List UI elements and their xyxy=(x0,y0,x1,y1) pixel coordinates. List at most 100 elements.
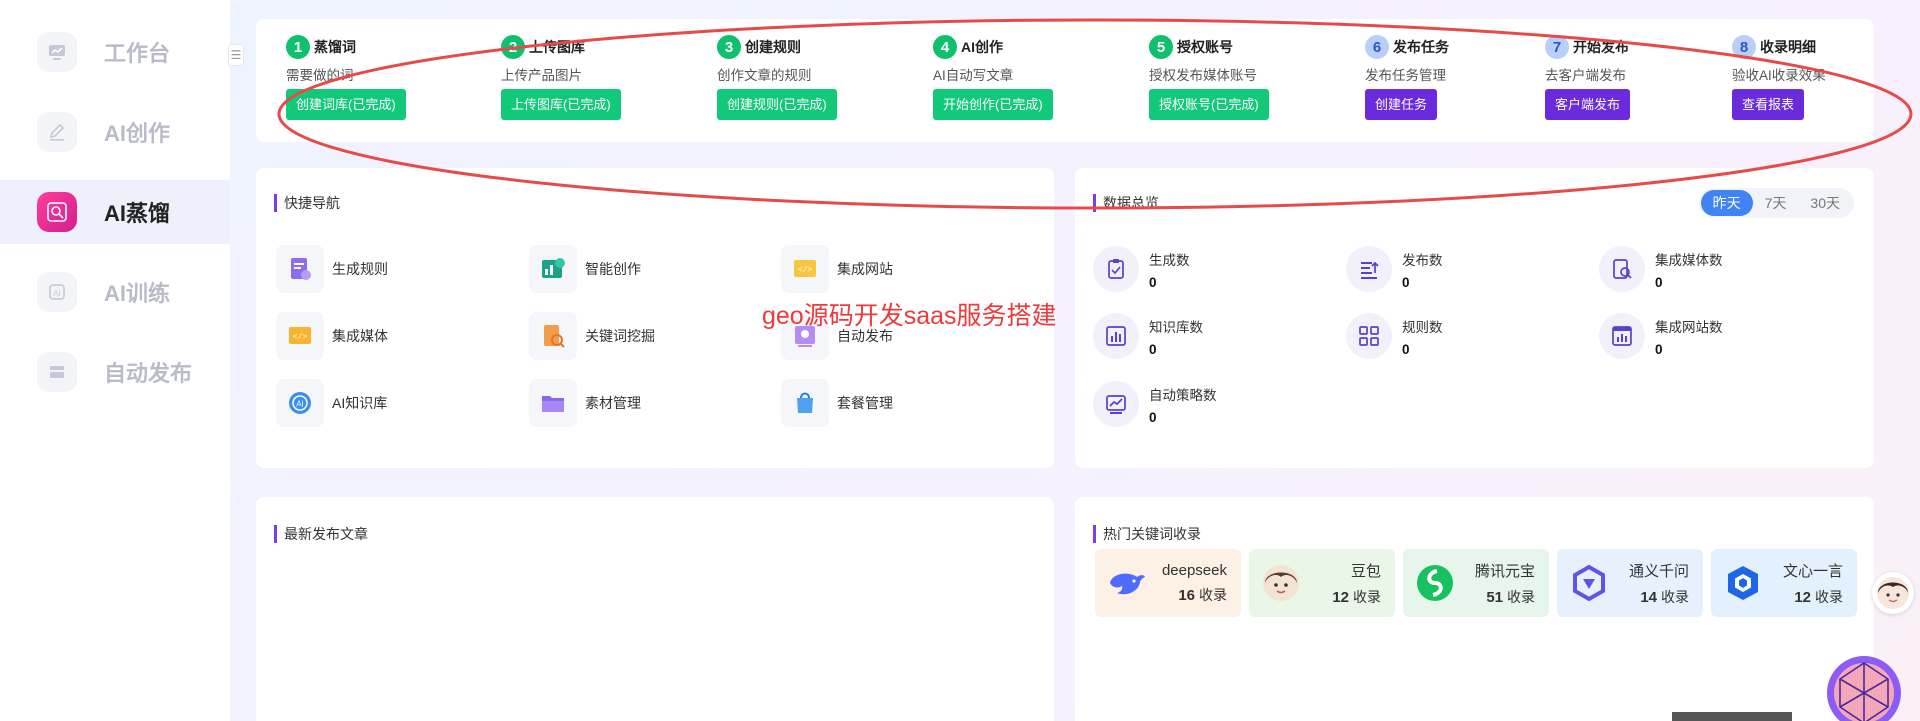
stat-websites: 集成网站数 0 xyxy=(1599,310,1839,362)
step-2: 2 上传图库 上传产品图片 上传图库(已完成) xyxy=(501,35,701,120)
hot-suffix: 收录 xyxy=(1199,586,1227,603)
sidebar-item-auto-publish[interactable]: 自动发布 xyxy=(0,340,230,404)
step-desc: 验收AI收录效果 xyxy=(1732,68,1826,83)
hot-count: 51 xyxy=(1486,588,1503,606)
float-globe-button[interactable] xyxy=(1826,655,1902,721)
sidebar-item-label: 自动发布 xyxy=(104,361,193,386)
stat-label: 集成媒体数 xyxy=(1655,252,1723,268)
create-wordlib-button[interactable]: 创建词库(已完成) xyxy=(286,89,406,120)
step-1: 1 蒸馏词 需要做的词 创建词库(已完成) xyxy=(286,35,486,120)
stat-label: 发布数 xyxy=(1402,252,1443,268)
stat-value: 0 xyxy=(1655,274,1663,290)
step-title: 授权账号 xyxy=(1177,39,1233,55)
tab-30-days[interactable]: 30天 xyxy=(1798,190,1852,216)
hot-card-wenxin[interactable]: 文心一言 12 收录 xyxy=(1711,549,1857,617)
smart-create-icon xyxy=(529,245,577,293)
quick-nav-ai-knowledge[interactable]: AI AI知识库 xyxy=(276,378,496,428)
start-create-button[interactable]: 开始创作(已完成) xyxy=(933,89,1053,120)
assistant-avatar-icon xyxy=(1877,577,1909,609)
quick-nav-generate-rule[interactable]: 生成规则 xyxy=(276,244,496,294)
step-5: 5 授权账号 授权发布媒体账号 授权账号(已完成) xyxy=(1149,35,1349,120)
step-desc: 创作文章的规则 xyxy=(717,68,812,83)
hot-name: 腾讯元宝 xyxy=(1474,562,1535,580)
hot-card-qianwen[interactable]: 通义千问 14 收录 xyxy=(1557,549,1703,617)
assistant-avatar-button[interactable] xyxy=(1872,572,1914,614)
hot-card-doubao[interactable]: 豆包 12 收录 xyxy=(1249,549,1395,617)
bar-chart-icon xyxy=(1093,313,1139,359)
quick-nav-title: 快捷导航 xyxy=(274,194,340,212)
hot-suffix: 收录 xyxy=(1353,588,1381,605)
step-number: 2 xyxy=(501,35,525,59)
quick-nav-smart-create[interactable]: 智能创作 xyxy=(529,244,749,294)
menu-icon: ☰ xyxy=(230,48,242,62)
hot-suffix: 收录 xyxy=(1661,588,1689,605)
hot-card-yuanbao[interactable]: 腾讯元宝 51 收录 xyxy=(1403,549,1549,617)
overview-title: 数据总览 xyxy=(1093,194,1159,212)
globe-icon xyxy=(1827,656,1901,721)
step-title: 发布任务 xyxy=(1393,39,1449,55)
bottom-tooltip-bar xyxy=(1672,712,1792,721)
trend-icon xyxy=(1093,381,1139,427)
stat-label: 自动策略数 xyxy=(1149,387,1217,403)
upload-gallery-button[interactable]: 上传图库(已完成) xyxy=(501,89,621,120)
step-7: 7 开始发布 去客户端发布 客户端发布 xyxy=(1545,35,1745,120)
create-task-button[interactable]: 创建任务 xyxy=(1365,89,1438,120)
sidebar-collapse-button[interactable]: ☰ xyxy=(228,44,244,66)
hot-count: 12 xyxy=(1332,588,1349,606)
workflow-steps: 1 蒸馏词 需要做的词 创建词库(已完成) 2 上传图库 上传产品图片 上传图库(已… xyxy=(256,19,1874,142)
create-rule-button[interactable]: 创建规则(已完成) xyxy=(717,89,837,120)
step-8: 8 收录明细 验收AI收录效果 查看报表 xyxy=(1732,35,1920,120)
rule-doc-icon xyxy=(276,245,324,293)
step-desc: 发布任务管理 xyxy=(1365,68,1446,83)
step-desc: 需要做的词 xyxy=(286,68,354,83)
dashboard-icon xyxy=(37,32,77,72)
step-title: AI创作 xyxy=(961,39,1003,55)
hot-keywords-panel: 热门关键词收录 deepseek 16 收录 豆包 12 收录 腾讯元宝 51 收录 通义千… xyxy=(1075,497,1874,721)
hot-suffix: 收录 xyxy=(1815,588,1843,605)
view-report-button[interactable]: 查看报表 xyxy=(1732,89,1805,120)
quick-nav-integrate-website[interactable]: </> 集成网站 xyxy=(781,244,1001,294)
stat-media: 集成媒体数 0 xyxy=(1599,243,1839,295)
sidebar-item-workbench[interactable]: 工作台 xyxy=(0,20,230,84)
stat-knowledge: 知识库数 0 xyxy=(1093,310,1333,362)
quick-nav-integrate-media[interactable]: </> 集成媒体 xyxy=(276,311,496,361)
svg-text:</>: </> xyxy=(798,266,813,275)
svg-text:</>: </> xyxy=(293,333,308,342)
hot-card-deepseek[interactable]: deepseek 16 收录 xyxy=(1095,549,1241,617)
watermark-text: geo源码开发saas服务搭建 xyxy=(762,302,1057,330)
sidebar-item-ai-train[interactable]: AI AI训练 xyxy=(0,260,230,324)
stat-label: 集成网站数 xyxy=(1655,319,1723,335)
sidebar-item-ai-distill[interactable]: AI蒸馏 xyxy=(0,180,230,244)
authorize-account-button[interactable]: 授权账号(已完成) xyxy=(1149,89,1269,120)
sidebar-item-label: AI蒸馏 xyxy=(104,201,171,226)
quick-nav-keyword-mining[interactable]: 关键词挖掘 xyxy=(529,311,749,361)
step-desc: AI自动写文章 xyxy=(933,68,1014,83)
stat-rules: 规则数 0 xyxy=(1346,310,1586,362)
tab-7-days[interactable]: 7天 xyxy=(1753,190,1799,216)
stat-value: 0 xyxy=(1655,341,1663,357)
client-publish-button[interactable]: 客户端发布 xyxy=(1545,89,1631,120)
step-6: 6 发布任务 发布任务管理 创建任务 xyxy=(1365,35,1565,120)
package-bag-icon xyxy=(781,379,829,427)
step-number: 1 xyxy=(286,35,310,59)
quick-nav-material[interactable]: 素材管理 xyxy=(529,378,749,428)
sidebar-item-ai-create[interactable]: AI创作 xyxy=(0,100,230,164)
svg-text:AI: AI xyxy=(53,289,61,298)
step-title: 上传图库 xyxy=(529,39,585,55)
quick-nav-label: 集成网站 xyxy=(837,261,893,277)
folder-icon xyxy=(529,379,577,427)
range-tabs: 昨天 7天 30天 xyxy=(1698,188,1854,218)
sidebar-item-label: 工作台 xyxy=(104,41,171,66)
qianwen-icon xyxy=(1567,561,1611,605)
data-overview-panel: 数据总览 昨天 7天 30天 生成数 0 发布数 0 集成媒体数 0 知识库数 0 规则… xyxy=(1075,168,1874,468)
stat-strategies: 自动策略数 0 xyxy=(1093,378,1333,430)
step-number: 6 xyxy=(1365,35,1389,59)
step-title: 开始发布 xyxy=(1573,39,1629,55)
sidebar-item-label: AI创作 xyxy=(104,121,171,146)
quick-nav-package[interactable]: 套餐管理 xyxy=(781,378,1001,428)
stat-published: 发布数 0 xyxy=(1346,243,1586,295)
tab-yesterday[interactable]: 昨天 xyxy=(1700,190,1753,216)
hot-name: 通义千问 xyxy=(1628,562,1689,580)
publish-list-icon xyxy=(1346,246,1392,292)
step-desc: 上传产品图片 xyxy=(501,68,582,83)
